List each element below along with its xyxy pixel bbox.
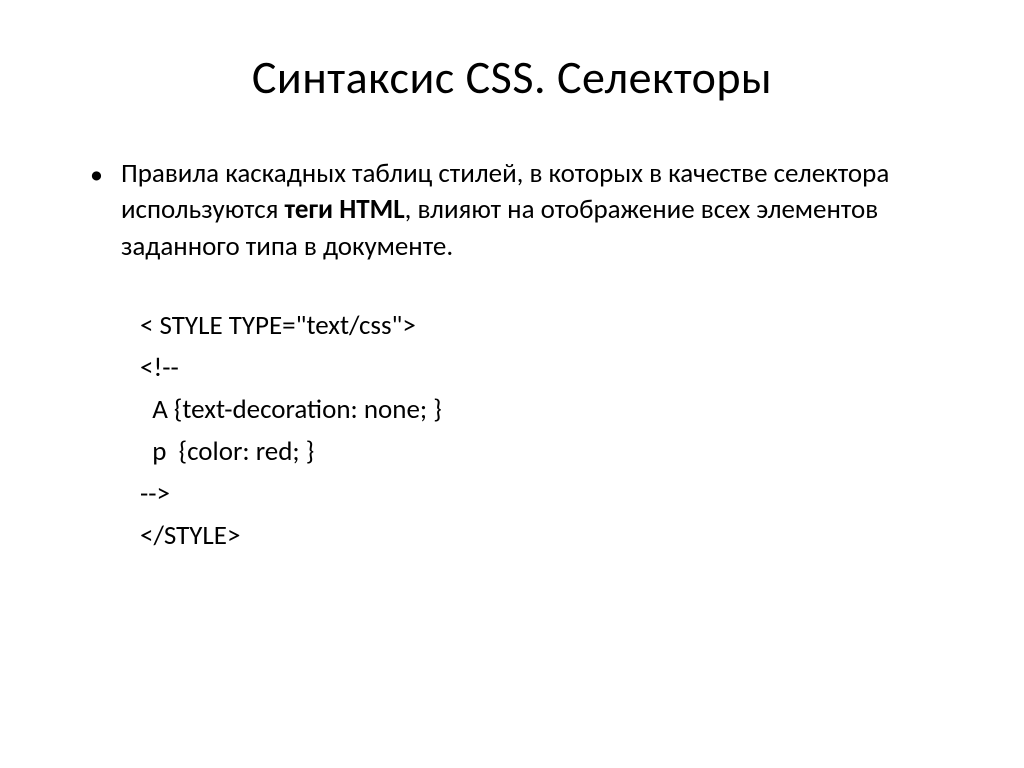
code-line-4: p {color: red; } bbox=[140, 431, 944, 473]
slide-title: Синтаксис CSS. Селекторы bbox=[60, 50, 964, 106]
bullet-marker: • bbox=[90, 158, 103, 192]
bullet-item: • Правила каскадных таблиц стилей, в кот… bbox=[90, 156, 944, 265]
slide-content: • Правила каскадных таблиц стилей, в кот… bbox=[60, 156, 964, 556]
code-line-3: A {text-decoration: none; } bbox=[140, 389, 944, 431]
code-line-5: --> bbox=[140, 473, 944, 515]
code-block: < STYLE TYPE="text/css"> <!-- A {text-de… bbox=[90, 305, 944, 556]
code-line-2: <!-- bbox=[140, 347, 944, 389]
code-line-1: < STYLE TYPE="text/css"> bbox=[140, 305, 944, 347]
code-line-6: </STYLE> bbox=[140, 515, 944, 557]
bullet-text-bold: теги HTML bbox=[285, 193, 405, 226]
bullet-text: Правила каскадных таблиц стилей, в котор… bbox=[121, 156, 944, 265]
